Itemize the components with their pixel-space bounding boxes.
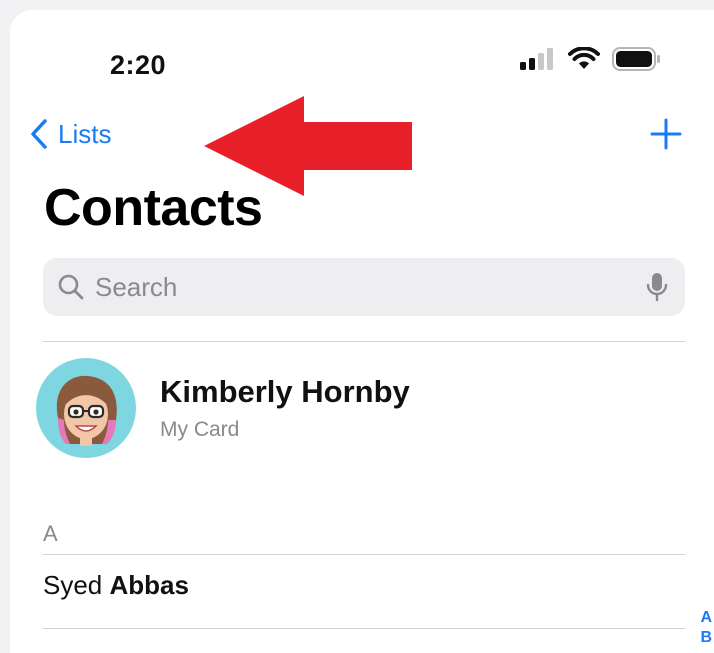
divider	[43, 341, 685, 342]
search-input[interactable]	[93, 266, 645, 308]
wifi-icon	[568, 47, 600, 69]
cellular-signal-icon	[520, 48, 553, 70]
index-letter-b[interactable]: B	[700, 628, 712, 648]
search-icon	[58, 274, 84, 300]
section-index[interactable]: A B	[700, 608, 712, 648]
status-time: 2:20	[110, 50, 167, 80]
my-card[interactable]: Kimberly Hornby My Card	[36, 358, 410, 458]
contact-last-name: Abbas	[109, 570, 189, 600]
back-to-lists-button[interactable]: Lists	[30, 118, 111, 150]
status-icons	[520, 44, 662, 74]
my-card-text: Kimberly Hornby My Card	[160, 374, 410, 442]
plus-icon	[650, 118, 682, 150]
search-bar[interactable]	[43, 258, 685, 316]
section-header-a: A	[43, 521, 58, 546]
microphone-icon[interactable]	[645, 272, 669, 302]
section-divider	[43, 554, 685, 555]
memoji-avatar-icon	[56, 375, 117, 446]
contact-row[interactable]: Syed Abbas	[43, 570, 189, 601]
chevron-left-icon	[31, 119, 47, 149]
contact-first-name: Syed	[43, 570, 103, 600]
avatar	[36, 358, 136, 458]
contacts-screen: 2:20 Lists Contacts Search Kimberly Horn…	[10, 10, 714, 653]
battery-icon	[612, 47, 660, 71]
my-card-subtitle: My Card	[160, 418, 240, 441]
row-divider	[43, 628, 685, 629]
add-contact-button[interactable]	[646, 114, 686, 154]
page-title: Contacts	[44, 179, 263, 237]
back-label: Lists	[58, 118, 112, 149]
my-card-name: Kimberly Hornby	[160, 374, 410, 409]
index-letter-a[interactable]: A	[700, 608, 712, 628]
